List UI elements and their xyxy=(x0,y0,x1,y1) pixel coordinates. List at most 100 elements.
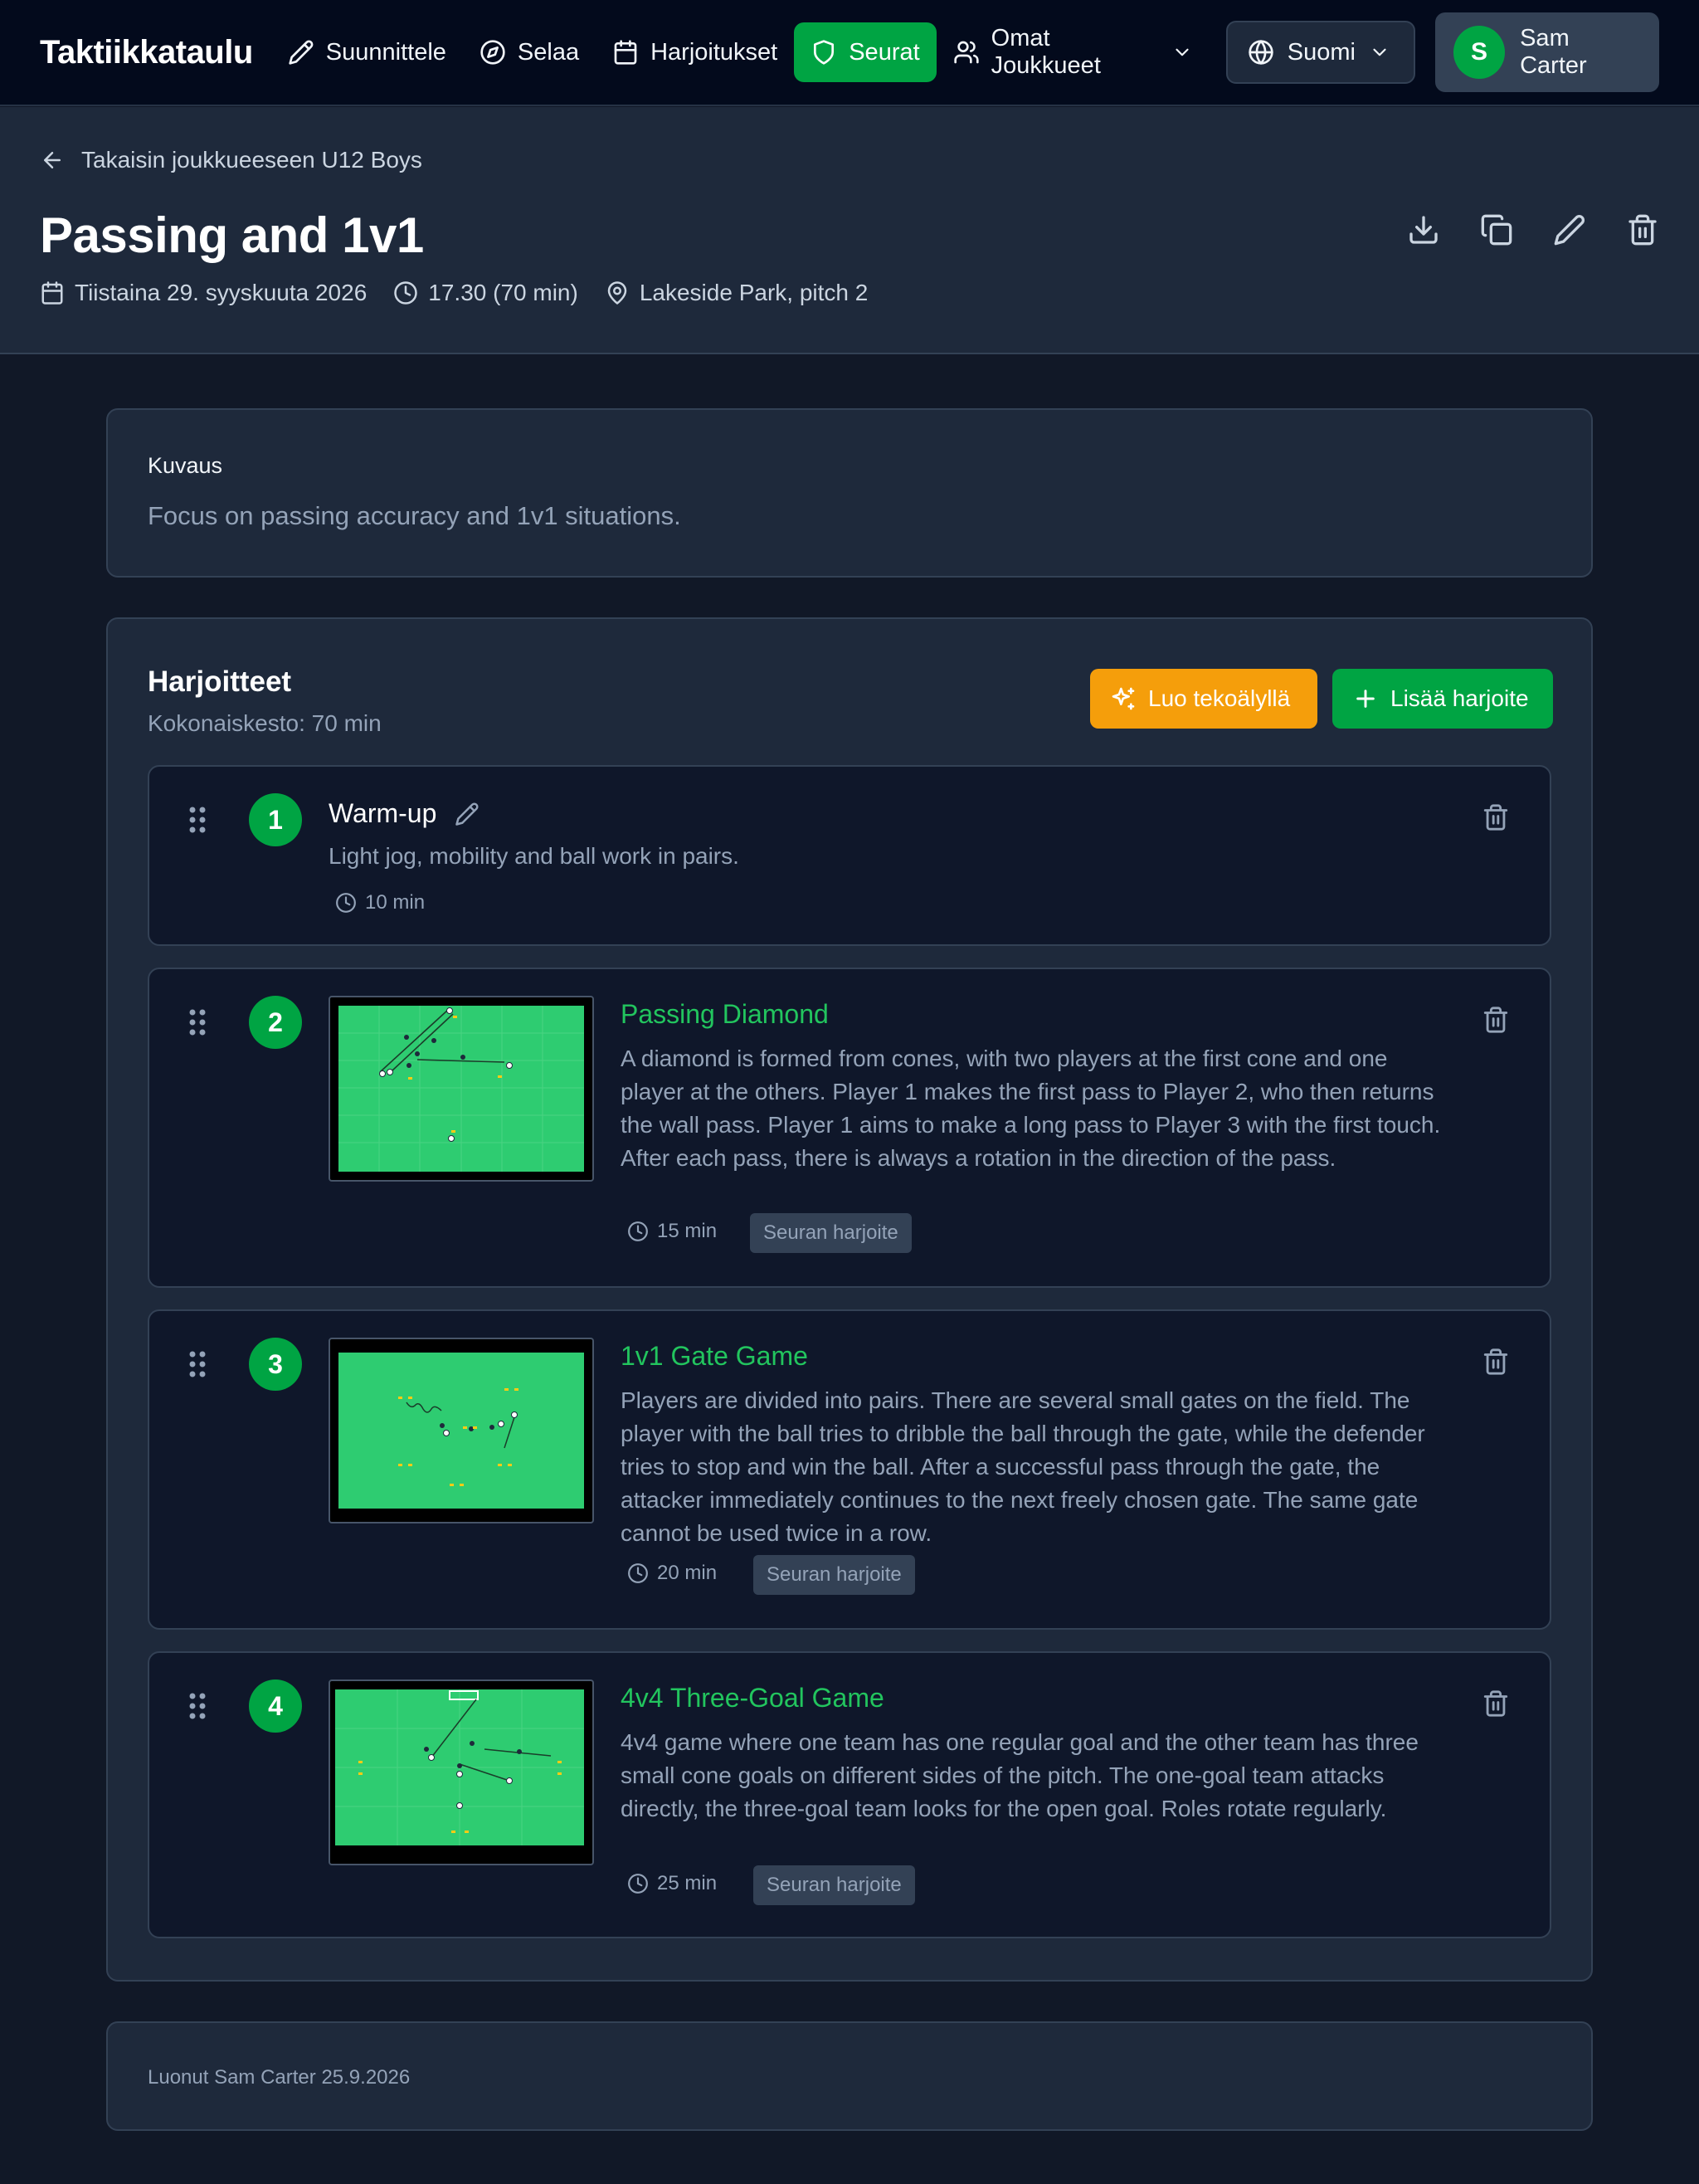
created-by-text: Luonut Sam Carter 25.9.2026 xyxy=(148,2066,411,2089)
exercise-duration-text: 20 min xyxy=(657,1562,718,1584)
edit-icon xyxy=(1553,213,1586,246)
exercise-duration: 10 min xyxy=(335,891,425,914)
exercise-name[interactable]: 4v4 Three-Goal Game xyxy=(621,1683,884,1714)
description-card: Kuvaus Focus on passing accuracy and 1v1… xyxy=(106,408,1593,578)
arrow-left-icon xyxy=(40,148,65,173)
compass-icon xyxy=(480,39,506,66)
exercise-number: 1 xyxy=(249,793,302,846)
calendar-icon xyxy=(40,280,65,305)
session-date: Tiistaina 29. syyskuuta 2026 xyxy=(40,280,367,306)
description-text: Focus on passing accuracy and 1v1 situat… xyxy=(148,501,681,530)
exercise-number: 4 xyxy=(249,1679,302,1733)
exercise-duration-text: 15 min xyxy=(657,1220,718,1242)
trash-icon xyxy=(1482,1348,1510,1376)
exercise-description: Players are divided into pairs. There ar… xyxy=(621,1387,1425,1546)
duplicate-icon xyxy=(1480,213,1513,246)
created-by-card: Luonut Sam Carter 25.9.2026 xyxy=(106,2021,1593,2131)
map-pin-icon xyxy=(605,280,630,305)
exercise-name[interactable]: Passing Diamond xyxy=(621,999,829,1030)
download-icon xyxy=(1407,213,1440,246)
globe-icon xyxy=(1248,39,1274,66)
nav-item-harjoitukset[interactable]: Harjoitukset xyxy=(596,22,794,82)
exercises-title: Harjoitteet xyxy=(148,665,292,698)
pencil-icon xyxy=(288,39,314,66)
exercises-total-duration: Kokonaiskesto: 70 min xyxy=(148,710,382,736)
trash-icon xyxy=(1626,213,1659,246)
delete-exercise-button[interactable] xyxy=(1482,1348,1510,1376)
exercise-name: Warm-up xyxy=(329,798,480,829)
session-location-text: Lakeside Park, pitch 2 xyxy=(639,280,869,305)
sparkles-icon xyxy=(1110,685,1137,712)
exercise-duration: 15 min xyxy=(627,1220,717,1243)
delete-exercise-button[interactable] xyxy=(1482,1006,1510,1034)
nav-item-label: Suunnittele xyxy=(325,38,446,66)
nav-item-seurat[interactable]: Seurat xyxy=(794,22,937,82)
drag-handle-icon[interactable] xyxy=(187,1349,207,1379)
chevron-down-icon xyxy=(1369,41,1390,63)
clock-icon xyxy=(627,1873,649,1894)
delete-exercise-button[interactable] xyxy=(1482,1689,1510,1718)
exercises-card: Harjoitteet Kokonaiskesto: 70 min Luo te… xyxy=(106,617,1593,1982)
drag-handle-icon[interactable] xyxy=(187,1691,207,1721)
exercise-description: A diamond is formed from cones, with two… xyxy=(621,1046,1441,1171)
back-link[interactable]: Takaisin joukkueeseen U12 Boys xyxy=(40,147,422,173)
session-date-text: Tiistaina 29. syyskuuta 2026 xyxy=(75,280,368,305)
exercise-duration-text: 25 min xyxy=(657,1872,718,1894)
exercise-item: 2 Passing Diamond A diamond is formed fr… xyxy=(148,968,1551,1288)
delete-session-button[interactable] xyxy=(1626,213,1659,246)
back-link-label: Takaisin joukkueeseen U12 Boys xyxy=(81,147,422,173)
exercise-item: 4 4v4 Three-Goal Game 4v4 game where one… xyxy=(148,1651,1551,1938)
nav-item-label: Harjoitukset xyxy=(650,38,778,66)
chevron-down-icon xyxy=(1171,41,1193,63)
exercise-number: 3 xyxy=(249,1338,302,1391)
user-menu-button[interactable]: S Sam Carter xyxy=(1434,12,1659,92)
club-exercise-badge: Seuran harjoite xyxy=(753,1555,915,1595)
edit-name-icon[interactable] xyxy=(455,802,480,826)
generate-ai-label: Luo tekoälyllä xyxy=(1148,685,1291,711)
exercise-diagram-thumbnail[interactable] xyxy=(329,1338,594,1523)
trash-icon xyxy=(1482,1006,1510,1034)
top-navbar: Taktiikkataulu Suunnittele Selaa Harjoit… xyxy=(0,0,1699,106)
add-exercise-button[interactable]: Lisää harjoite xyxy=(1332,669,1553,729)
calendar-icon xyxy=(612,39,639,66)
trash-icon xyxy=(1482,803,1510,831)
avatar: S xyxy=(1453,26,1506,79)
exercise-name[interactable]: 1v1 Gate Game xyxy=(621,1341,808,1372)
duplicate-button[interactable] xyxy=(1480,213,1513,246)
user-name: Sam Carter xyxy=(1520,25,1587,79)
language-selector[interactable]: Suomi xyxy=(1225,21,1415,84)
header-actions xyxy=(1407,213,1659,246)
edit-button[interactable] xyxy=(1553,213,1586,246)
nav-item-omat-joukkueet[interactable]: Omat Joukkueet xyxy=(937,22,1210,82)
session-header: Takaisin joukkueeseen U12 Boys Passing a… xyxy=(0,107,1699,354)
add-exercise-label: Lisää harjoite xyxy=(1390,685,1529,711)
exercise-number: 2 xyxy=(249,996,302,1049)
exercise-diagram-thumbnail[interactable] xyxy=(329,996,594,1182)
exercise-diagram-thumbnail[interactable] xyxy=(329,1679,594,1865)
exercise-duration: 25 min xyxy=(627,1872,717,1895)
session-time: 17.30 (70 min) xyxy=(393,280,578,306)
session-time-text: 17.30 (70 min) xyxy=(428,280,578,305)
nav-item-selaa[interactable]: Selaa xyxy=(463,22,596,82)
nav-item-label: Seurat xyxy=(849,38,920,66)
description-label: Kuvaus xyxy=(148,453,223,478)
exercise-duration: 20 min xyxy=(627,1562,717,1585)
download-button[interactable] xyxy=(1407,213,1440,246)
drag-handle-icon[interactable] xyxy=(187,1007,207,1037)
exercise-duration-text: 10 min xyxy=(365,891,426,914)
generate-ai-button[interactable]: Luo tekoälyllä xyxy=(1090,669,1317,729)
brand-logo[interactable]: Taktiikkataulu xyxy=(40,34,253,71)
delete-exercise-button[interactable] xyxy=(1482,803,1510,831)
club-exercise-badge: Seuran harjoite xyxy=(753,1865,915,1905)
nav-item-label: Selaa xyxy=(517,38,580,66)
exercise-name-text: Warm-up xyxy=(329,798,437,828)
nav-item-suunnittele[interactable]: Suunnittele xyxy=(271,22,463,82)
drag-handle-icon[interactable] xyxy=(187,805,207,835)
session-meta: Tiistaina 29. syyskuuta 2026 17.30 (70 m… xyxy=(40,280,868,306)
exercise-description: 4v4 game where one team has one regular … xyxy=(621,1729,1419,1821)
users-icon xyxy=(953,39,980,66)
page-title: Passing and 1v1 xyxy=(40,207,424,263)
clock-icon xyxy=(335,892,357,914)
shield-icon xyxy=(811,39,837,66)
clock-icon xyxy=(627,1562,649,1584)
